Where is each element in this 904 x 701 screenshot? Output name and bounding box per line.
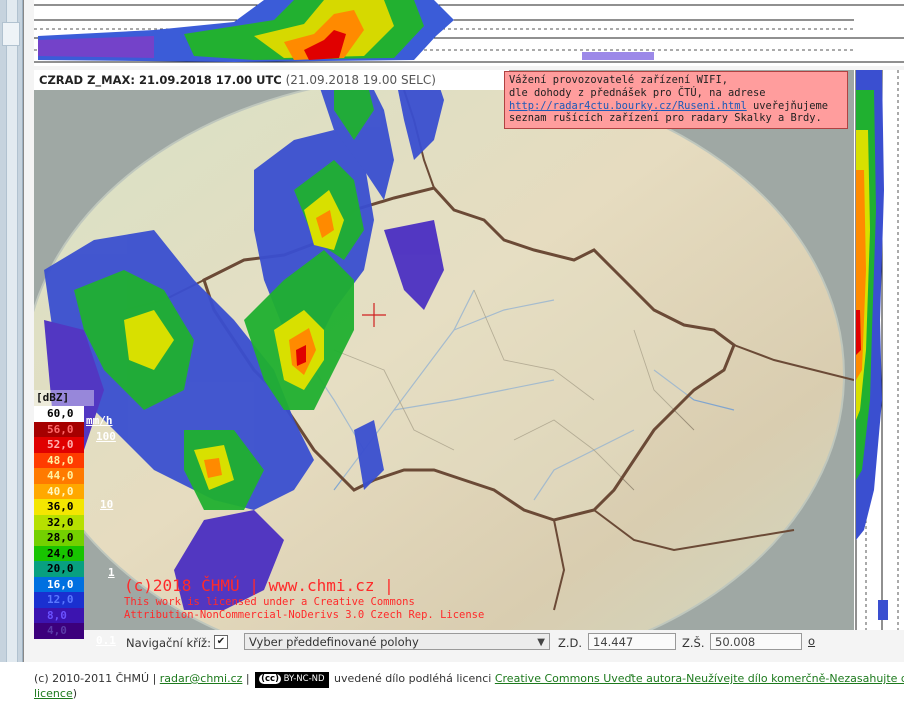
apply-coordinates-button[interactable]: o: [808, 633, 820, 650]
legend-title: [dBZ]: [34, 390, 94, 406]
legend-rows: 60,0 56,0 52,0 48,0 44,0 40,0 36,0 32,0 28,0 24,0…: [34, 406, 94, 639]
legend-row: 60,0: [34, 406, 84, 422]
copyright-line-3: Attribution-NonCommercial-NoDerivs 3.0 C…: [124, 608, 485, 621]
legend-row: 40,0: [34, 483, 84, 499]
predefined-position-select[interactable]: Vyber předdefinované polohy ▼: [244, 633, 550, 650]
radar-map[interactable]: [23, 70, 855, 676]
legend-row: 24,0: [34, 545, 84, 561]
legend-row: 52,0: [34, 437, 84, 453]
legend-row: 44,0: [34, 468, 84, 484]
vertical-cross-section-top: [34, 0, 854, 66]
legend-row: 48,0: [34, 452, 84, 468]
legend-row: 32,0: [34, 514, 84, 530]
chevron-down-icon: ▼: [537, 637, 545, 648]
legend-unit: mm/h: [86, 414, 113, 427]
notice-line-3: http://radar4ctu.bourky.cz/Ruseni.html u…: [509, 100, 843, 113]
legend-row: 4,0: [34, 623, 84, 639]
legend-row: 16,0: [34, 576, 84, 592]
footer-email-link[interactable]: radar@chmi.cz: [160, 672, 243, 685]
navigation-cross-label: Navigační kříž:: [126, 636, 211, 650]
vertical-cross-section-right: [854, 70, 904, 630]
cc-badge-text: BY-NC-ND: [283, 674, 325, 684]
page-footer: (c) 2010-2011 ČHMÚ | radar@chmi.cz | (cc…: [34, 672, 904, 688]
footer-license-link[interactable]: Creative Commons Uveďte autora-Neužívejt…: [495, 672, 904, 685]
longitude-label: Z.D.: [558, 636, 583, 650]
notice-line-1: Vážení provozovatelé zařízení WIFI,: [509, 74, 728, 86]
notice-link[interactable]: http://radar4ctu.bourky.cz/Ruseni.html: [509, 100, 747, 112]
footer-line-2: licence): [34, 687, 77, 700]
notice-line-4: seznam rušících zařízení pro radary Skal…: [509, 112, 822, 125]
cross-section-corner: [854, 0, 904, 66]
wifi-notice: Vážení provozovatelé zařízení WIFI, dle …: [504, 71, 848, 129]
cc-icon: (cc): [259, 674, 281, 684]
footer-separator: |: [242, 672, 254, 685]
copyright-line-1: (c)2018 ČHMÚ | www.chmi.cz |: [124, 576, 394, 595]
map-header: CZRAD Z_MAX: 21.09.2018 17.00 UTC (21.09…: [34, 70, 509, 90]
latitude-input[interactable]: 50.008: [710, 633, 802, 650]
footer-license-link-end[interactable]: licence: [34, 687, 73, 700]
notice-line-3-rest: uveřejňujeme: [746, 99, 829, 112]
legend-row: 36,0: [34, 499, 84, 515]
footer-close: ): [72, 687, 78, 700]
legend-row: 28,0: [34, 530, 84, 546]
left-scroll-strip[interactable]: [0, 0, 23, 662]
navigation-bar: Navigační kříž: ✔ Vyber předdefinované p…: [120, 630, 854, 656]
longitude-input[interactable]: 14.447: [588, 633, 676, 650]
map-title-local: (21.09.2018 19.00 SELC): [285, 73, 436, 87]
legend-row: 56,0: [34, 421, 84, 437]
map-title-utc: CZRAD Z_MAX: 21.09.2018 17.00 UTC: [39, 73, 282, 87]
footer-middle-text: uvedené dílo podléhá licenci: [330, 672, 495, 685]
copyright-line-2: This work is licensed under a Creative C…: [124, 596, 415, 608]
latitude-label: Z.Š.: [682, 636, 705, 650]
footer-copyright: (c) 2010-2011 ČHMÚ |: [34, 672, 160, 685]
rain-label-10: 10: [100, 498, 114, 511]
notice-line-2: dle dohody z přednášek pro ČTÚ, na adres…: [509, 86, 766, 99]
select-value: Vyber předdefinované polohy: [249, 635, 419, 649]
map-copyright: (c)2018 ČHMÚ | www.chmi.cz | This work i…: [124, 576, 484, 621]
navigation-cross-checkbox[interactable]: ✔: [214, 635, 228, 649]
legend-row: 12,0: [34, 592, 84, 608]
rain-label-100: 100: [96, 430, 116, 443]
rain-label-1: 1: [108, 566, 115, 579]
dbz-legend: [dBZ] 60,0 56,0 52,0 48,0 44,0 40,0 36,0 32,0 28…: [34, 390, 94, 639]
legend-row: 8,0: [34, 607, 84, 623]
rain-label-0-1: 0.1: [96, 634, 116, 647]
left-strip-tab[interactable]: [2, 22, 20, 46]
legend-row: 20,0: [34, 561, 84, 577]
left-strip-track: [6, 0, 18, 662]
cc-license-badge[interactable]: (cc) BY-NC-ND: [255, 672, 329, 688]
